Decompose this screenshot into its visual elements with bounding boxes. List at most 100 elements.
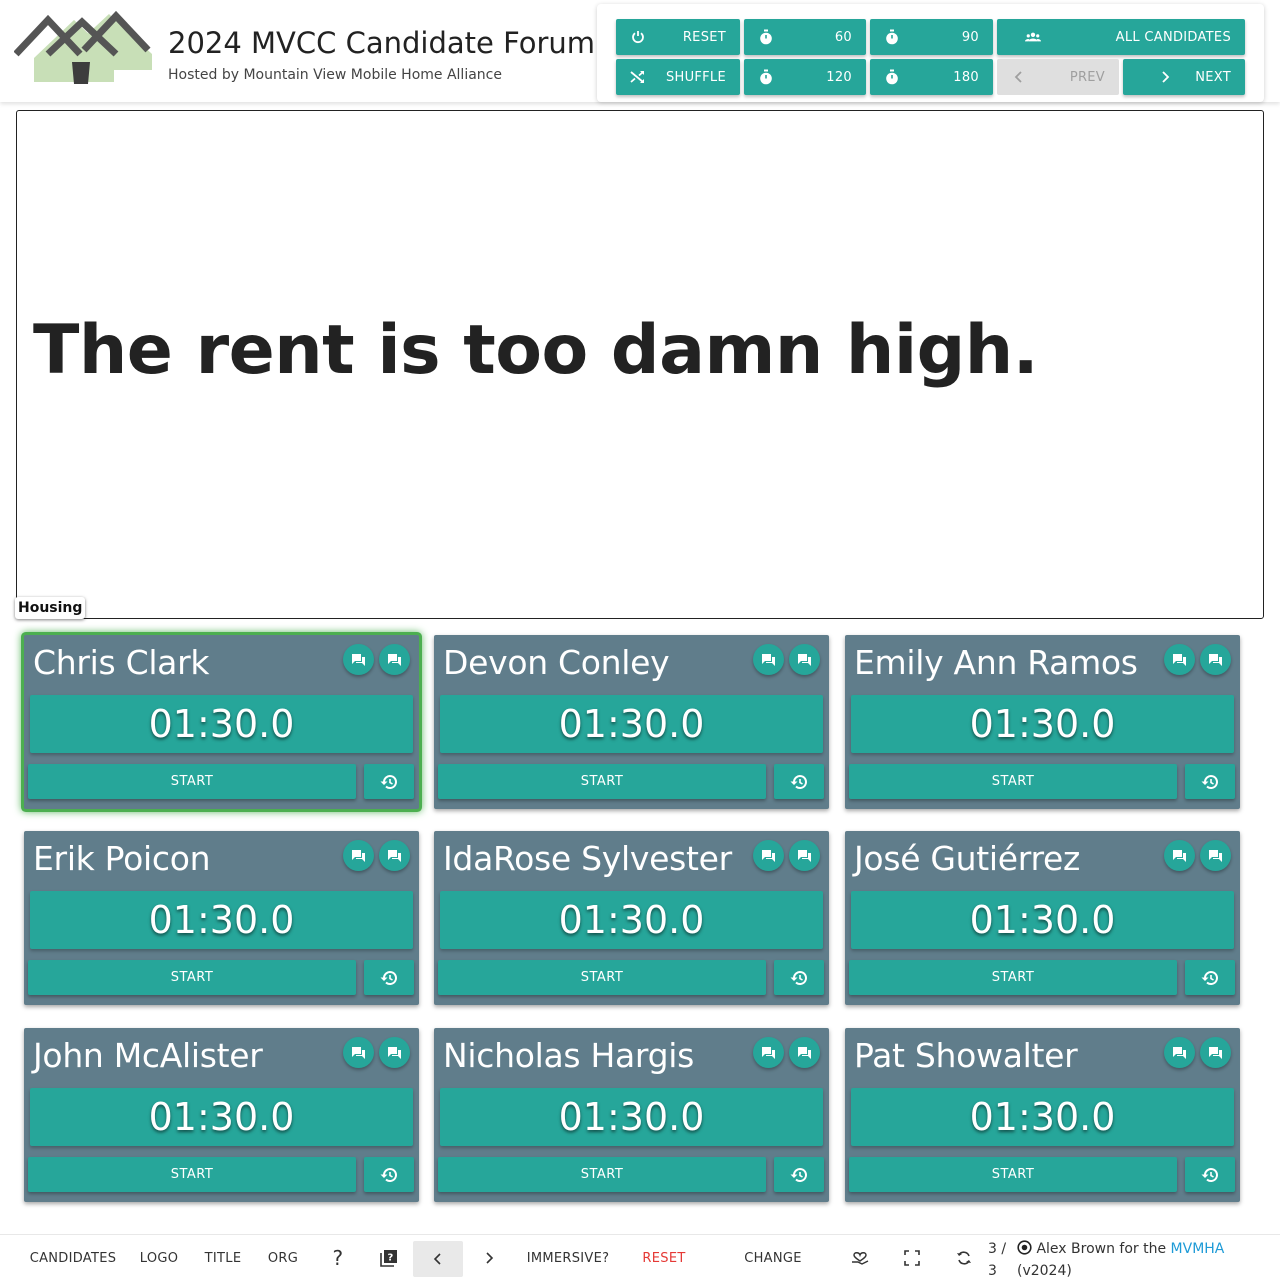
timer-180-button[interactable]: 180: [870, 59, 993, 95]
start-button[interactable]: START: [849, 960, 1177, 995]
chat-icon[interactable]: [379, 644, 410, 675]
next-label: NEXT: [1195, 69, 1231, 85]
candidate-card: Emily Ann Ramos 01:30.0 START: [845, 635, 1240, 809]
chat-icon[interactable]: [1200, 644, 1231, 675]
start-button[interactable]: START: [849, 764, 1177, 799]
fullscreen-button[interactable]: [892, 1235, 932, 1281]
restart-timer-button[interactable]: [364, 960, 414, 995]
start-button[interactable]: START: [438, 960, 766, 995]
restart-timer-button[interactable]: [774, 960, 824, 995]
chat-icon[interactable]: [343, 840, 374, 871]
history-icon: [1201, 773, 1219, 791]
title-button[interactable]: TITLE: [196, 1235, 250, 1281]
book-question-icon: ?: [380, 1250, 397, 1267]
chat-icon[interactable]: [1200, 840, 1231, 871]
page-current: 3 /: [988, 1241, 1007, 1257]
candidate-timer[interactable]: 01:30.0: [440, 891, 823, 949]
immersive-button[interactable]: IMMERSIVE?: [522, 1235, 614, 1281]
restart-timer-button[interactable]: [774, 764, 824, 799]
start-button[interactable]: START: [28, 960, 356, 995]
chat-icon[interactable]: [1200, 1037, 1231, 1068]
shuffle-icon: [630, 69, 646, 85]
start-button[interactable]: START: [849, 1157, 1177, 1192]
restart-timer-button[interactable]: [364, 1157, 414, 1192]
start-button[interactable]: START: [28, 764, 356, 799]
candidate-card: Pat Showalter 01:30.0 START: [845, 1028, 1240, 1202]
chat-icon[interactable]: [343, 644, 374, 675]
question-panel: The rent is too damn high.: [16, 110, 1264, 619]
start-button[interactable]: START: [438, 1157, 766, 1192]
page-total: 3: [988, 1263, 997, 1279]
org-button[interactable]: ORG: [260, 1235, 306, 1281]
history-icon: [380, 969, 398, 987]
restart-timer-button[interactable]: [1185, 960, 1235, 995]
chevron-left-icon: [433, 1253, 441, 1265]
candidate-timer[interactable]: 01:30.0: [851, 1088, 1234, 1146]
chat-icon[interactable]: [379, 840, 410, 871]
power-icon: [630, 29, 646, 45]
candidate-timer[interactable]: 01:30.0: [851, 891, 1234, 949]
guide-button[interactable]: ?: [368, 1235, 410, 1281]
chat-icon[interactable]: [1164, 840, 1195, 871]
change-button[interactable]: CHANGE: [734, 1235, 812, 1281]
group-icon: [1025, 29, 1041, 45]
restart-timer-button[interactable]: [1185, 1157, 1235, 1192]
start-button[interactable]: START: [438, 764, 766, 799]
logo-button[interactable]: LOGO: [132, 1235, 186, 1281]
candidates-button[interactable]: CANDIDATES: [20, 1235, 126, 1281]
credit: Alex Brown for the MVMHA (v2024): [1017, 1238, 1224, 1282]
history-icon: [790, 969, 808, 987]
chat-icon[interactable]: [789, 840, 820, 871]
stopwatch-icon: [758, 29, 774, 45]
all-candidates-button[interactable]: ALL CANDIDATES: [997, 19, 1245, 55]
candidate-name: Devon Conley: [443, 643, 670, 682]
footer-reset-button[interactable]: RESET: [636, 1235, 692, 1281]
houses-logo: [14, 10, 152, 84]
reset-button[interactable]: RESET: [616, 19, 740, 55]
candidate-name: Pat Showalter: [854, 1036, 1078, 1075]
chat-icon[interactable]: [753, 840, 784, 871]
chat-icon[interactable]: [343, 1037, 374, 1068]
timer-60-button[interactable]: 60: [744, 19, 866, 55]
next-slide-button[interactable]: [466, 1235, 512, 1281]
candidate-timer[interactable]: 01:30.0: [30, 695, 413, 753]
candidate-name: Nicholas Hargis: [443, 1036, 695, 1075]
prev-label: PREV: [1069, 69, 1105, 85]
mvmha-link[interactable]: MVMHA: [1171, 1241, 1225, 1257]
candidate-timer[interactable]: 01:30.0: [30, 1088, 413, 1146]
candidate-timer[interactable]: 01:30.0: [440, 695, 823, 753]
start-button[interactable]: START: [28, 1157, 356, 1192]
sync-button[interactable]: [944, 1235, 984, 1281]
reset-label: RESET: [682, 29, 726, 45]
candidate-timer[interactable]: 01:30.0: [851, 695, 1234, 753]
timer-90-button[interactable]: 90: [870, 19, 993, 55]
target-icon: [1017, 1240, 1032, 1255]
history-icon: [790, 773, 808, 791]
chevron-right-icon: [486, 1252, 494, 1264]
theme-button[interactable]: [840, 1235, 880, 1281]
chat-icon[interactable]: [753, 1037, 784, 1068]
chat-icon[interactable]: [753, 644, 784, 675]
chat-icon[interactable]: [789, 644, 820, 675]
chat-icon[interactable]: [1164, 644, 1195, 675]
candidate-timer[interactable]: 01:30.0: [30, 891, 413, 949]
previous-slide-button[interactable]: [413, 1241, 463, 1277]
restart-timer-button[interactable]: [1185, 764, 1235, 799]
chat-icon[interactable]: [1164, 1037, 1195, 1068]
shuffle-button[interactable]: SHUFFLE: [616, 59, 740, 95]
credit-text: Alex Brown for the: [1036, 1241, 1167, 1257]
restart-timer-button[interactable]: [364, 764, 414, 799]
restart-timer-button[interactable]: [774, 1157, 824, 1192]
chevron-left-icon: [1011, 69, 1027, 85]
next-button[interactable]: NEXT: [1123, 59, 1245, 95]
chat-icon[interactable]: [379, 1037, 410, 1068]
stopwatch-icon: [884, 69, 900, 85]
history-icon: [380, 773, 398, 791]
timer-120-button[interactable]: 120: [744, 59, 866, 95]
prev-button[interactable]: PREV: [997, 59, 1119, 95]
history-icon: [380, 1166, 398, 1184]
candidate-timer[interactable]: 01:30.0: [440, 1088, 823, 1146]
help-button[interactable]: ?: [318, 1235, 358, 1281]
chat-icon[interactable]: [789, 1037, 820, 1068]
fullscreen-icon: [904, 1250, 920, 1266]
